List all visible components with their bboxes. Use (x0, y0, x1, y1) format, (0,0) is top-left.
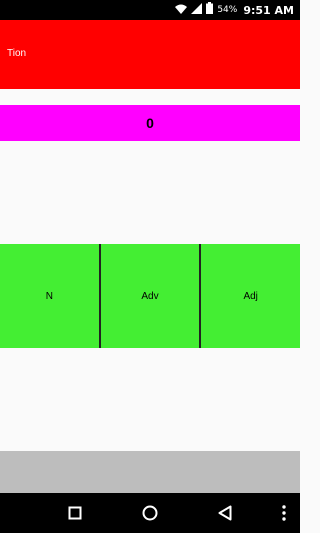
status-indicators: 54% 9:51 AM (175, 0, 294, 20)
adverb-button[interactable]: Adv (100, 244, 200, 348)
navigation-bar (0, 493, 300, 533)
adjective-button[interactable]: Adj (201, 244, 301, 348)
toolbar-title: Tion (7, 48, 27, 59)
noun-button[interactable]: N (0, 244, 99, 348)
word-type-buttons: N Adv Adj (0, 244, 301, 348)
home-icon[interactable] (130, 493, 170, 533)
more-icon[interactable] (264, 493, 304, 533)
counter-value: 0 (146, 115, 154, 131)
recents-icon[interactable] (55, 493, 95, 533)
counter-bar: 0 (0, 105, 300, 141)
status-time: 9:51 AM (243, 3, 294, 17)
battery-percent: 54% (217, 5, 238, 15)
bottom-bar (0, 451, 300, 493)
wifi-icon (175, 1, 188, 19)
back-icon[interactable] (205, 493, 245, 533)
status-bar: 54% 9:51 AM (0, 0, 300, 20)
app-screen: 54% 9:51 AM Tion 0 N Adv Adj (0, 0, 301, 533)
battery-icon (206, 1, 214, 19)
cell-signal-icon (191, 1, 203, 19)
app-toolbar: Tion (0, 20, 300, 89)
